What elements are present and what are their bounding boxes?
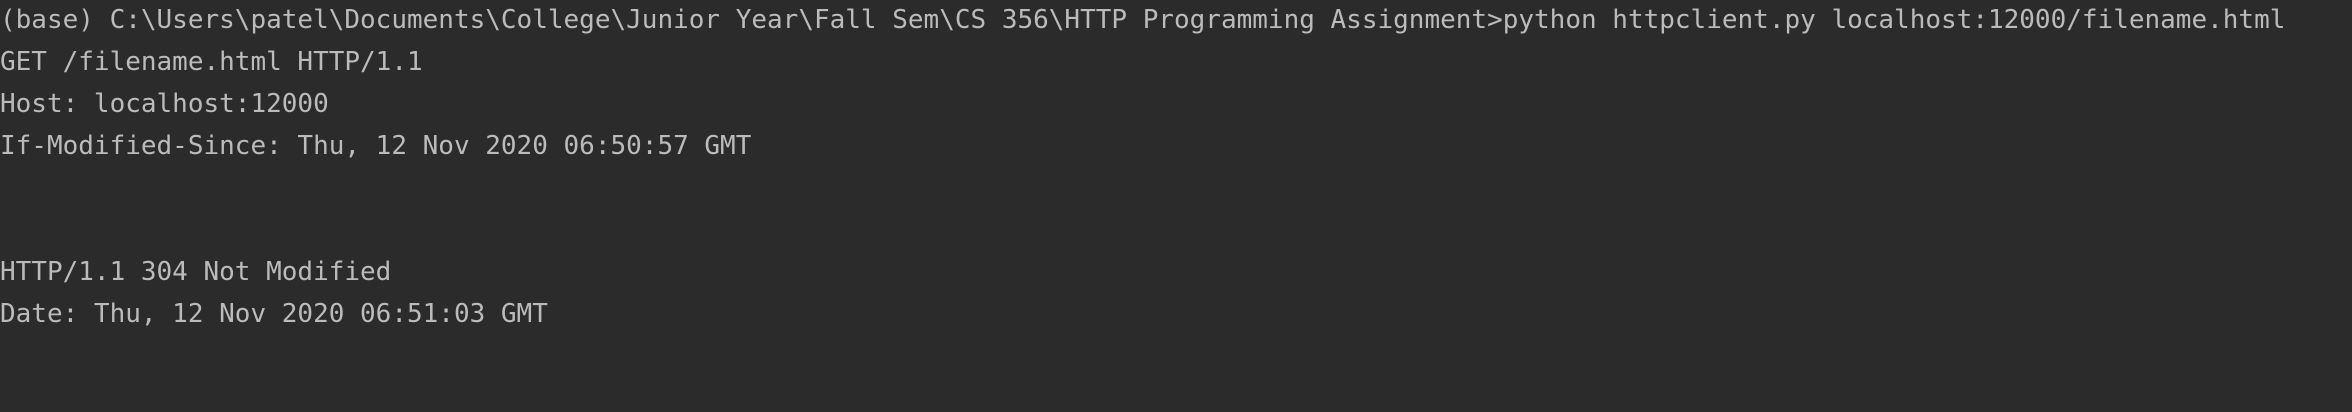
request-line: GET /filename.html HTTP/1.1 [0,47,423,77]
host-header-line: Host: localhost:12000 [0,89,329,119]
date-header-line: Date: Thu, 12 Nov 2020 06:51:03 GMT [0,299,548,329]
response-status-line: HTTP/1.1 304 Not Modified [0,257,392,287]
if-modified-since-header-line: If-Modified-Since: Thu, 12 Nov 2020 06:5… [0,131,752,161]
terminal-output[interactable]: (base) C:\Users\patel\Documents\College\… [0,0,2352,412]
command-prompt-line: (base) C:\Users\patel\Documents\College\… [0,5,2286,35]
